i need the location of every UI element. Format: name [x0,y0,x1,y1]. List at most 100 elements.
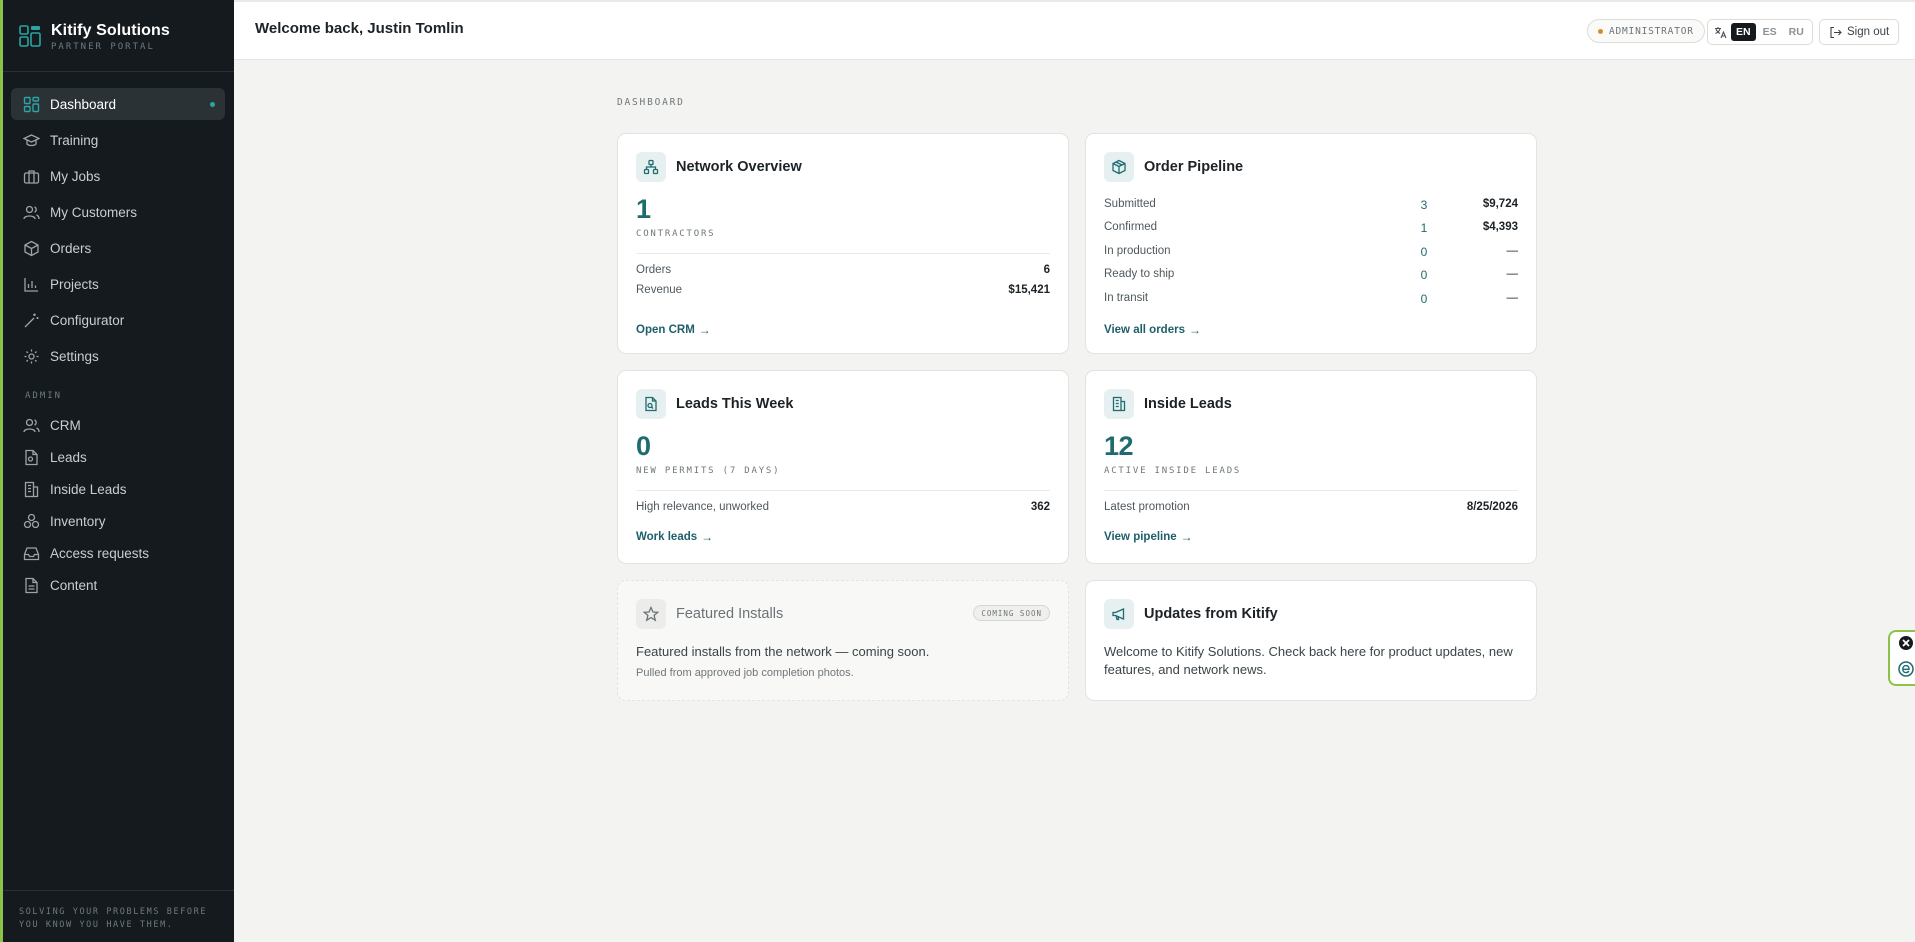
card-title: Inside Leads [1144,396,1232,412]
admin-nav: CRM Leads Inside Leads Inventory Access … [11,409,225,601]
sidebar-item-label: Configurator [50,312,125,328]
users-icon [23,417,40,434]
sidebar-item-access-requests[interactable]: Access requests [11,537,225,569]
sidebar-item-orders[interactable]: Orders [11,232,225,264]
brand-name: Kitify Solutions [51,22,170,39]
inside-leads-count: 12 [1104,431,1134,461]
sidebar-item-content[interactable]: Content [11,569,225,601]
stat-row: Orders 6 [636,264,1050,276]
sidebar-item-label: My Customers [50,204,138,220]
pipeline-row[interactable]: In transit 0 — [1104,292,1518,308]
inside-leads-caption: ACTIVE INSIDE LEADS [1104,466,1242,476]
sidebar-item-projects[interactable]: Projects [11,268,225,300]
lang-option-en[interactable]: EN [1731,23,1756,41]
arrow-right-icon: → [1188,323,1201,337]
section-label: DASHBOARD [617,97,685,108]
view-all-orders-link[interactable]: View all orders → [1104,323,1201,337]
topbar: Welcome back, Justin Tomlin ADMINISTRATO… [234,0,1915,60]
lang-option-ru[interactable]: RU [1784,23,1809,41]
stat-label: Latest promotion [1104,501,1190,513]
card-title: Leads This Week [676,396,794,412]
role-badge: ADMINISTRATOR [1587,19,1705,43]
sidebar-item-label: Inventory [50,513,106,529]
extension-icon[interactable] [1898,660,1914,682]
sidebar-item-crm[interactable]: CRM [11,409,225,441]
stat-value: $15,421 [1008,284,1050,296]
sidebar-item-dashboard[interactable]: Dashboard [11,88,225,120]
leads-this-week-card: Leads This Week 0 NEW PERMITS (7 DAYS) H… [617,370,1069,564]
featured-installs-card: Featured Installs COMING SOON Featured i… [617,580,1069,701]
sign-out-button[interactable]: Sign out [1819,19,1900,45]
network-overview-card: Network Overview 1 CONTRACTORS Orders 6 … [617,133,1069,354]
stat-label: High relevance, unworked [636,501,769,513]
link-label: View pipeline [1104,531,1177,543]
arrow-right-icon: → [701,530,714,544]
gear-icon [23,348,40,365]
brand[interactable]: Kitify Solutions PARTNER PORTAL [19,22,170,52]
sidebar-item-label: CRM [50,417,81,433]
megaphone-icon [1104,599,1134,629]
sidebar-item-leads[interactable]: Leads [11,441,225,473]
network-icon [636,152,666,182]
sidebar-item-label: Access requests [50,545,150,561]
main-nav: Dashboard Training My Jobs My Customers … [11,88,225,376]
boxes-icon [23,513,40,530]
sidebar-item-label: My Jobs [50,168,101,184]
sidebar-item-my-jobs[interactable]: My Jobs [11,160,225,192]
stat-row: Revenue $15,421 [636,284,1050,296]
inside-leads-card: Inside Leads 12 ACTIVE INSIDE LEADS Late… [1085,370,1537,564]
work-leads-link[interactable]: Work leads → [636,530,713,544]
arrow-right-icon: → [698,323,711,337]
order-pipeline-card: Order Pipeline Submitted 3 $9,724 Confir… [1085,133,1537,354]
card-title: Order Pipeline [1144,159,1244,175]
status-dot [1598,28,1603,34]
updates-text: Welcome to Kitify Solutions. Check back … [1104,644,1513,677]
sidebar-item-label: Training [50,132,99,148]
sidebar-item-label: Projects [50,276,99,292]
sidebar-item-inventory[interactable]: Inventory [11,505,225,537]
sidebar-item-configurator[interactable]: Configurator [11,304,225,336]
document-icon [23,449,40,466]
contractors-caption: CONTRACTORS [636,229,716,239]
active-indicator [210,102,215,107]
link-label: View all orders [1104,324,1185,336]
logo-icon [19,25,41,47]
pipeline-status: Submitted [1104,198,1156,210]
pipeline-value: $9,724 [1482,198,1518,210]
file-text-icon [23,577,40,594]
open-crm-link[interactable]: Open CRM → [636,323,711,337]
pipeline-value: $4,393 [1482,221,1518,233]
pipeline-row[interactable]: Confirmed 1 $4,393 [1104,221,1518,237]
contractors-count: 1 [636,194,651,224]
sidebar-item-inside-leads[interactable]: Inside Leads [11,473,225,505]
pipeline-count: 1 [1420,221,1428,235]
featured-subtext: Pulled from approved job completion phot… [636,667,854,679]
admin-section-label: ADMIN [25,391,63,401]
pipeline-status: In production [1104,245,1171,257]
sign-out-label: Sign out [1847,26,1890,38]
pipeline-row[interactable]: Submitted 3 $9,724 [1104,198,1518,214]
pipeline-status: In transit [1104,292,1149,304]
translate-icon [1711,23,1729,41]
sidebar-item-my-customers[interactable]: My Customers [11,196,225,228]
stat-label: Orders [636,264,672,276]
sidebar-item-training[interactable]: Training [11,124,225,156]
card-title: Network Overview [676,159,802,175]
stat-label: Revenue [636,284,683,296]
sidebar-item-label: Leads [50,449,87,465]
sidebar-item-settings[interactable]: Settings [11,340,225,372]
building-icon [1104,389,1134,419]
pipeline-row[interactable]: Ready to ship 0 — [1104,268,1518,284]
pipeline-count: 3 [1420,198,1428,212]
close-icon[interactable] [1898,635,1914,656]
new-permits-count: 0 [636,431,651,461]
lang-option-es[interactable]: ES [1758,23,1782,41]
box-icon [1104,152,1134,182]
pipeline-row[interactable]: In production 0 — [1104,245,1518,261]
sidebar: Kitify Solutions PARTNER PORTAL Dashboar… [0,0,234,942]
inbox-icon [23,545,40,562]
page-title: Welcome back, Justin Tomlin [255,20,464,37]
floating-widget[interactable] [1888,630,1915,686]
sidebar-item-label: Dashboard [50,96,117,112]
view-pipeline-link[interactable]: View pipeline → [1104,530,1193,544]
